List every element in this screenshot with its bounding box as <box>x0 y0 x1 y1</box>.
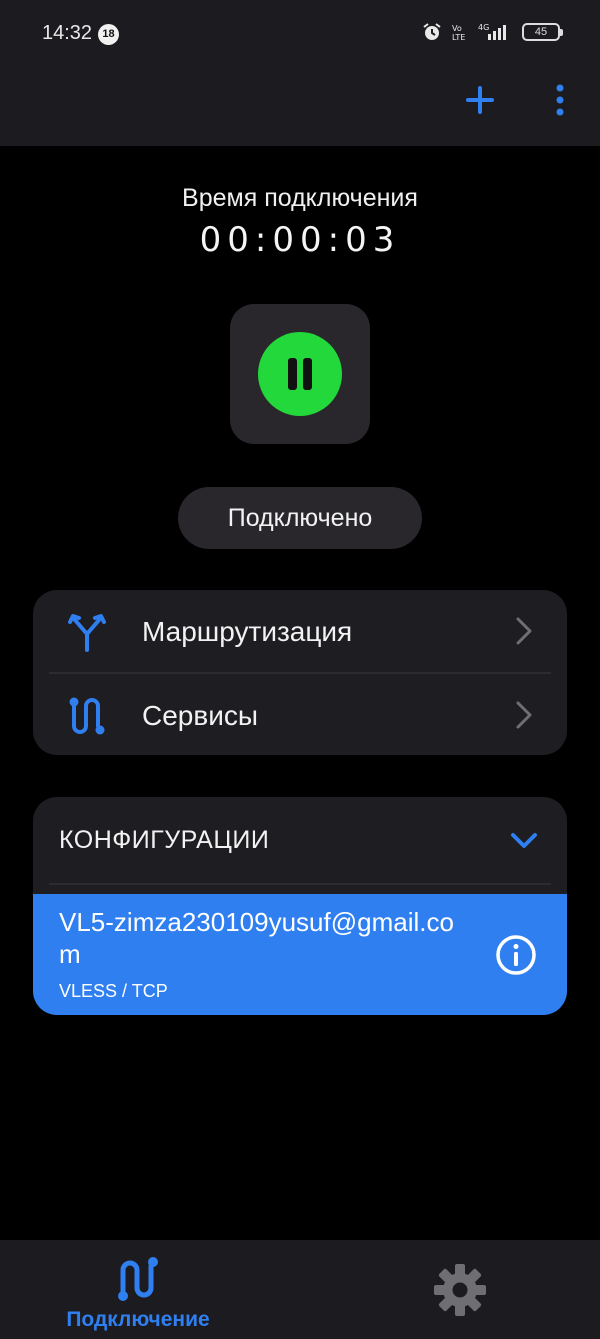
connection-time-label: Время подключения <box>182 184 418 212</box>
more-options-button[interactable] <box>548 82 572 118</box>
volte-icon: VoLTE <box>452 24 465 42</box>
menu-item-services[interactable]: Сервисы <box>33 674 567 756</box>
pause-icon <box>288 358 297 390</box>
menu-item-routing[interactable]: Маршрутизация <box>33 590 567 672</box>
bottom-navigation: Подключение <box>0 1240 600 1339</box>
chevron-right-icon <box>516 617 532 645</box>
chevron-right-icon <box>516 701 532 729</box>
more-vertical-icon <box>556 84 564 116</box>
nav-tab-settings[interactable] <box>430 1260 490 1320</box>
menu-item-label: Сервисы <box>142 700 259 731</box>
connection-timer: 00:00:03 <box>199 220 401 260</box>
route-split-icon <box>68 614 106 652</box>
alarm-icon <box>423 23 441 40</box>
config-name: VL5-zimza230109yusuf@gmail.com <box>59 907 454 969</box>
connection-tab-icon <box>118 1257 158 1301</box>
configurations-title: КОНФИГУРАЦИИ <box>59 826 270 854</box>
config-info-button[interactable] <box>495 934 537 976</box>
menu-card: Маршрутизация Сервисы <box>33 590 567 755</box>
svg-text:LTE: LTE <box>452 33 465 42</box>
add-config-button[interactable] <box>462 82 498 118</box>
notification-count-badge: 18 <box>98 24 119 45</box>
connect-toggle-button[interactable] <box>230 304 370 444</box>
svg-text:4G: 4G <box>478 23 489 32</box>
configurations-divider <box>49 883 551 885</box>
configurations-collapse-button[interactable] <box>507 827 541 853</box>
gear-icon <box>434 1264 486 1316</box>
status-time: 14:32 <box>42 22 93 44</box>
plus-icon <box>466 86 494 114</box>
services-path-icon <box>69 697 105 735</box>
info-icon <box>496 935 536 975</box>
status-icons: Vo LTE 4G 45 <box>422 22 563 42</box>
connection-status-pill[interactable]: Подключено <box>178 487 422 549</box>
menu-item-label: Маршрутизация <box>142 616 353 647</box>
nav-tab-connection[interactable]: Подключение <box>40 1250 236 1335</box>
signal-icon: 4G <box>478 23 506 40</box>
chevron-down-icon <box>511 833 537 848</box>
battery-indicator: 45 <box>522 23 563 41</box>
pause-icon-bar <box>303 358 312 390</box>
configurations-card: КОНФИГУРАЦИИ VL5-zimza230109yusuf@gmail.… <box>33 797 567 1015</box>
pause-button[interactable] <box>258 332 342 416</box>
config-list-item[interactable]: VL5-zimza230109yusuf@gmail.com VLESS / T… <box>33 894 567 1015</box>
top-app-bar: 14:32 18 Vo LTE 4G 45 <box>0 0 600 146</box>
nav-tab-label: Подключение <box>66 1308 210 1331</box>
config-protocol: VLESS / TCP <box>59 981 168 1001</box>
svg-text:Vo: Vo <box>452 24 462 33</box>
